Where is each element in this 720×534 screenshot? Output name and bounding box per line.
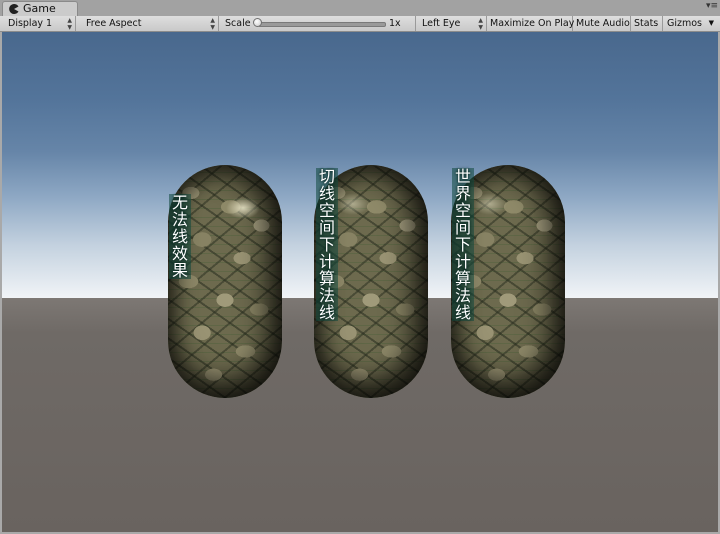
eye-dropdown[interactable]: Left Eye ▲ ▼	[416, 16, 487, 31]
updown-arrows-icon: ▲ ▼	[478, 17, 483, 31]
specular-highlight	[473, 193, 507, 215]
aspect-dropdown[interactable]: Free Aspect ▲ ▼	[80, 16, 219, 31]
scale-label: Scale	[225, 18, 251, 29]
maximize-on-play-label: Maximize On Play	[490, 18, 575, 29]
scale-value: 1x	[389, 18, 401, 29]
specular-highlight	[336, 193, 370, 215]
updown-arrows-icon: ▲ ▼	[67, 17, 72, 31]
window-menu-icon[interactable]: ▾≡	[706, 2, 718, 11]
game-window: Game ▾≡ Display 1 ▲ ▼ Free Aspect ▲ ▼ Scal…	[0, 0, 720, 534]
display-dropdown-label: Display 1	[8, 18, 53, 29]
stats-button[interactable]: Stats	[631, 16, 663, 31]
scale-slider-track[interactable]	[258, 22, 386, 27]
game-viewport[interactable]: 无法线效果 切线空间下计算法线 世界空间下计算法线	[2, 32, 718, 532]
tab-game-label: Game	[23, 2, 56, 15]
label-no-normal: 无法线效果	[169, 194, 191, 279]
eye-dropdown-label: Left Eye	[422, 18, 461, 29]
mute-audio-label: Mute Audio	[576, 18, 630, 29]
stats-label: Stats	[634, 18, 659, 29]
gizmos-dropdown[interactable]: Gizmos ▼	[663, 16, 718, 31]
display-dropdown[interactable]: Display 1 ▲ ▼	[2, 16, 76, 31]
label-tangent-space: 切线空间下计算法线	[316, 168, 338, 321]
specular-highlight	[226, 197, 260, 219]
scale-slider-thumb[interactable]	[253, 18, 262, 27]
tab-bar: Game ▾≡	[0, 0, 720, 17]
maximize-on-play-button[interactable]: Maximize On Play	[487, 16, 575, 31]
chevron-down-icon: ▼	[708, 19, 714, 27]
game-toolbar: Display 1 ▲ ▼ Free Aspect ▲ ▼ Scale 1x Lef…	[0, 16, 720, 32]
pacman-icon	[9, 4, 19, 14]
gizmos-label: Gizmos	[667, 18, 703, 29]
aspect-dropdown-label: Free Aspect	[86, 18, 142, 29]
mute-audio-button[interactable]: Mute Audio	[573, 16, 631, 31]
tab-game[interactable]: Game	[2, 1, 78, 16]
label-world-space: 世界空间下计算法线	[452, 168, 474, 321]
updown-arrows-icon: ▲ ▼	[210, 17, 215, 31]
